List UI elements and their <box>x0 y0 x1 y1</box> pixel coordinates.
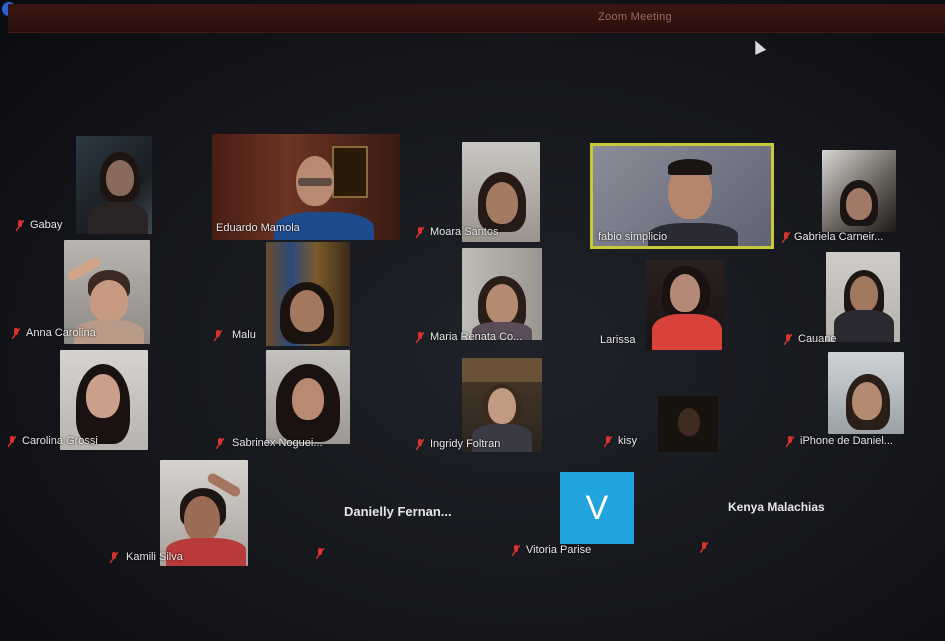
participant-tile-iphone-de-daniel[interactable]: iPhone de Daniel... <box>782 352 906 450</box>
muted-mic-icon <box>214 330 222 341</box>
participant-tile-larissa[interactable]: Larissa <box>596 258 726 350</box>
participant-tile-moara-santos[interactable]: Moara Santos <box>410 140 542 242</box>
muted-mic-icon <box>782 232 790 243</box>
participant-avatar: V <box>560 472 634 544</box>
window-title: Zoom Meeting <box>598 11 672 23</box>
participant-name: Eduardo Mamola <box>216 222 300 234</box>
participant-video <box>828 352 904 434</box>
participant-name: Gabriela Carneir... <box>794 231 884 243</box>
participant-tile-maria-renata[interactable]: Maria Renata Co... <box>410 246 544 348</box>
participant-tile-gabriela-carneiro[interactable]: Gabriela Carneir... <box>780 150 904 246</box>
muted-mic-icon <box>604 436 612 447</box>
participant-name: Carolina Grossi <box>22 435 98 447</box>
muted-mic-icon <box>416 439 424 450</box>
mouse-cursor-icon <box>749 38 767 55</box>
muted-mic-icon <box>216 438 224 449</box>
muted-mic-icon <box>16 220 24 231</box>
muted-mic-icon <box>416 332 424 343</box>
muted-mic-icon <box>512 545 520 556</box>
participant-name: Kenya Malachias <box>728 500 825 514</box>
muted-mic-icon <box>786 436 794 447</box>
participant-name: Sabrinex Noguei... <box>232 437 323 449</box>
muted-mic-icon <box>110 552 118 563</box>
participant-tile-danielly-fernandes[interactable]: Danielly Fernan... <box>308 470 498 564</box>
muted-mic-icon <box>784 334 792 345</box>
title-bar: Zoom Meeting <box>8 4 945 33</box>
participant-name: Larissa <box>600 334 636 346</box>
participant-video <box>462 248 542 340</box>
participant-name: Malu <box>232 329 256 341</box>
participant-name: Danielly Fernan... <box>344 504 452 519</box>
participant-name: Gabay <box>30 219 63 231</box>
participant-video <box>76 136 152 234</box>
participant-tile-kisy[interactable]: kisy <box>598 396 724 452</box>
participant-video <box>826 252 900 342</box>
participant-name: iPhone de Daniel... <box>800 435 893 447</box>
zoom-meeting-screen: Zoom Meeting Gabay Eduardo Mamola Moara … <box>0 0 945 641</box>
participant-name: Cauane <box>798 333 837 345</box>
muted-mic-icon <box>700 542 708 553</box>
participant-name: Kamili Silva <box>126 551 183 563</box>
participant-tile-kamili-silva[interactable]: Kamili Silva <box>104 458 250 568</box>
participant-name: Vitoria Parise <box>526 544 592 556</box>
participant-video <box>822 150 896 232</box>
muted-mic-icon <box>416 227 424 238</box>
participant-name: Maria Renata Co... <box>430 331 523 343</box>
participant-tile-malu[interactable]: Malu <box>210 240 352 348</box>
muted-mic-icon <box>8 436 16 447</box>
muted-mic-icon <box>316 548 324 559</box>
participant-tile-cauane[interactable]: Cauane <box>780 250 904 348</box>
participant-video <box>646 260 724 350</box>
participant-name: kisy <box>618 435 637 447</box>
participant-tile-ingridy-foltran[interactable]: Ingridy Foltran <box>410 356 544 456</box>
participant-tile-eduardo-mamola[interactable]: Eduardo Mamola <box>210 132 400 240</box>
participant-tile-fabio-simplicio[interactable]: fabio simplicio <box>590 143 774 249</box>
participant-tile-carolina-grossi[interactable]: Carolina Grossi <box>4 348 150 454</box>
muted-mic-icon <box>12 328 20 339</box>
participant-video <box>266 242 350 346</box>
participant-tile-kenya-malachias[interactable]: Kenya Malachias <box>692 470 878 562</box>
participant-name: fabio simplicio <box>598 231 668 243</box>
participant-name: Anna Carolina <box>26 327 96 339</box>
participant-tile-gabay[interactable]: Gabay <box>10 132 152 236</box>
participant-tile-sabrinex-nogueira[interactable]: Sabrinex Noguei... <box>210 350 354 456</box>
participant-name: Moara Santos <box>430 226 499 238</box>
participant-video <box>266 350 350 444</box>
participant-video <box>658 396 718 452</box>
participant-tile-anna-carolina[interactable]: Anna Carolina <box>8 240 152 346</box>
participant-name: Ingridy Foltran <box>430 438 501 450</box>
